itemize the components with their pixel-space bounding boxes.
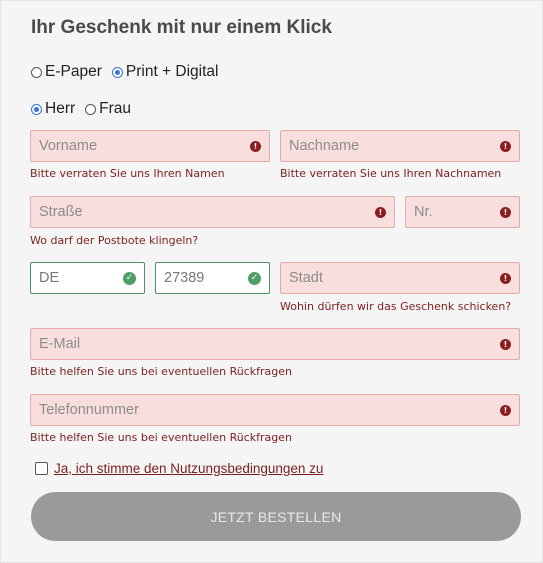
order-now-button[interactable]: JETZT BESTELLEN [31,492,521,541]
edition-option-epaper[interactable]: E-Paper [31,63,102,81]
exclamation-circle-icon: ! [500,404,511,416]
hausnummer-placeholder: Nr. [414,204,433,220]
salutation-option-herr[interactable]: Herr [31,100,75,118]
frau-radio[interactable] [85,103,97,115]
vorname-field[interactable]: Vorname ! [30,130,270,162]
salutation-radio-group: Herr Frau [31,100,141,118]
terms-checkbox[interactable] [35,462,48,475]
phone-placeholder: Telefonnummer [39,402,139,418]
edition-radio-group: E-Paper Print + Digital [31,63,228,81]
exclamation-circle-icon: ! [500,338,511,350]
form-title: Ihr Geschenk mit nur einem Klick [31,17,332,38]
herr-label: Herr [45,100,76,117]
order-form-panel: Ihr Geschenk mit nur einem Klick E-Paper… [0,0,543,563]
nachname-hint: Bitte verraten Sie uns Ihren Nachnamen [280,167,502,180]
epaper-label: E-Paper [45,63,102,80]
postal-code-field[interactable]: 27389 ✓ [155,262,270,294]
print-digital-label: Print + Digital [125,63,219,80]
frau-label: Frau [99,100,132,117]
country-value: DE [39,270,60,286]
exclamation-circle-icon: ! [375,206,386,218]
email-hint: Bitte helfen Sie uns bei eventuellen Rüc… [30,365,292,378]
hausnummer-field[interactable]: Nr. ! [405,196,520,228]
phone-field[interactable]: Telefonnummer ! [30,394,520,426]
exclamation-circle-icon: ! [500,206,511,218]
terms-consent[interactable]: Ja, ich stimme den Nutzungsbedingungen z… [35,461,323,476]
strasse-field[interactable]: Straße ! [30,196,395,228]
email-field[interactable]: E-Mail ! [30,328,520,360]
terms-link[interactable]: Ja, ich stimme den Nutzungsbedingungen z… [54,461,323,476]
vorname-hint: Bitte verraten Sie uns Ihren Namen [30,167,225,180]
check-circle-icon: ✓ [123,271,136,285]
print-digital-radio[interactable] [111,66,123,78]
country-field[interactable]: DE ✓ [30,262,145,294]
strasse-placeholder: Straße [39,204,83,220]
strasse-hint: Wo darf der Postbote klingeln? [30,234,199,247]
salutation-option-frau[interactable]: Frau [85,100,131,118]
epaper-radio[interactable] [31,66,42,78]
exclamation-circle-icon: ! [500,140,511,152]
city-hint: Wohin dürfen wir das Geschenk schicken? [280,300,512,313]
vorname-placeholder: Vorname [39,138,98,154]
city-placeholder: Stadt [289,270,323,286]
nachname-field[interactable]: Nachname ! [280,130,520,162]
exclamation-circle-icon: ! [500,272,511,284]
exclamation-circle-icon: ! [250,140,261,152]
email-placeholder: E-Mail [39,336,81,352]
check-circle-icon: ✓ [248,271,261,285]
edition-option-print-digital[interactable]: Print + Digital [111,63,219,81]
herr-radio[interactable] [31,103,42,115]
nachname-placeholder: Nachname [289,138,360,154]
phone-hint: Bitte helfen Sie uns bei eventuellen Rüc… [30,431,292,444]
city-field[interactable]: Stadt ! [280,262,520,294]
postal-code-value: 27389 [164,270,205,286]
